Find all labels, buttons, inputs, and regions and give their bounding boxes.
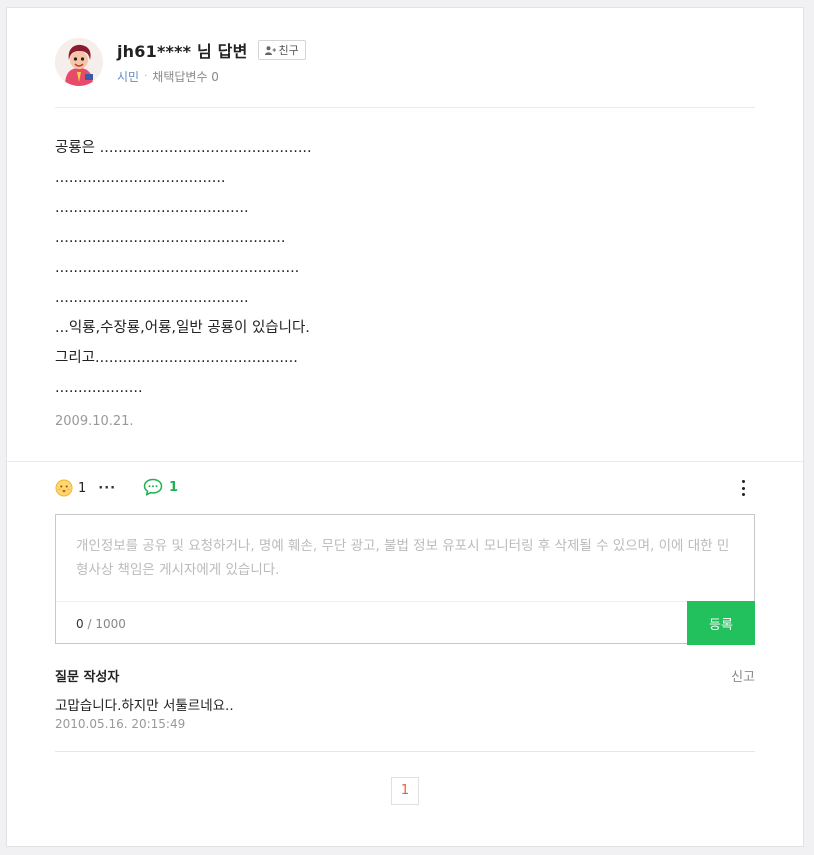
author-line: jh61**** 님 답변 친구 xyxy=(117,38,306,62)
answer-line: ...익룡,수장룡,어룡,일반 공룡이 있습니다. xyxy=(55,320,310,336)
adopted-answer-count: 채택답변수 0 xyxy=(152,70,219,84)
answer-line: ........................................… xyxy=(55,260,300,276)
kebab-dot xyxy=(741,493,745,496)
comment-item: 질문 작성자 신고 고맙습니다.하지만 서툴르네요.. 2010.05.16. … xyxy=(55,666,755,752)
comment-input[interactable] xyxy=(56,515,754,601)
reaction-count: 1 xyxy=(78,480,87,496)
comment-time: 2010.05.16. 20:15:49 xyxy=(55,717,186,731)
answer-date: 2009.10.21. xyxy=(55,414,134,429)
answer-card: jh61**** 님 답변 친구 시민 · 채택답변수 0 공룡은 ......… xyxy=(6,7,804,847)
author-grade[interactable]: 시민 xyxy=(117,68,139,85)
reaction-more-button[interactable]: ··· xyxy=(98,481,116,496)
comment-toggle-button[interactable]: 1 xyxy=(143,478,178,496)
emoji-reaction-icon xyxy=(55,479,73,497)
add-person-icon xyxy=(264,45,276,55)
comment-form-footer: 0 / 1000 등록 xyxy=(56,601,755,645)
page-button-current[interactable]: 1 xyxy=(391,777,419,805)
counter-current: 0 xyxy=(76,617,84,631)
comment-form: 0 / 1000 등록 xyxy=(55,514,755,645)
counter-max: / 1000 xyxy=(83,617,126,631)
answer-header: jh61**** 님 답변 친구 시민 · 채택답변수 0 xyxy=(55,30,755,108)
pagination: 1 xyxy=(391,777,419,805)
comment-text: 고맙습니다.하지만 서툴르네요.. xyxy=(55,698,234,714)
comment-count: 1 xyxy=(169,479,179,495)
comment-author: 질문 작성자 xyxy=(55,670,120,685)
answer-line: ................... xyxy=(55,380,143,396)
profile-character-icon xyxy=(55,38,103,86)
author-meta: 시민 · 채택답변수 0 xyxy=(117,68,219,85)
author-name[interactable]: jh61**** 님 답변 xyxy=(117,38,248,62)
report-link[interactable]: 신고 xyxy=(731,666,755,685)
answer-line: ..................................... xyxy=(55,170,226,186)
add-friend-label: 친구 xyxy=(278,44,299,57)
answer-line: ........................................… xyxy=(55,290,249,306)
answer-line: ........................................… xyxy=(55,230,286,246)
submit-comment-button[interactable]: 등록 xyxy=(687,601,755,645)
avatar[interactable] xyxy=(55,38,103,86)
speech-bubble-icon xyxy=(143,478,163,496)
meta-separator: · xyxy=(144,71,148,82)
answer-line: 그리고.....................................… xyxy=(55,350,298,366)
add-friend-button[interactable]: 친구 xyxy=(257,40,306,60)
answer-body: 공룡은 ....................................… xyxy=(55,133,755,403)
kebab-dot xyxy=(741,486,745,490)
kebab-dot xyxy=(741,480,745,483)
more-options-icon[interactable] xyxy=(739,478,747,498)
answer-line: ........................................… xyxy=(55,200,249,216)
action-bar: 1 ··· 1 xyxy=(7,461,803,509)
reaction-button[interactable]: 1 ··· xyxy=(55,479,116,497)
character-counter: 0 / 1000 xyxy=(76,617,126,631)
answer-line: 공룡은 ....................................… xyxy=(55,140,312,156)
